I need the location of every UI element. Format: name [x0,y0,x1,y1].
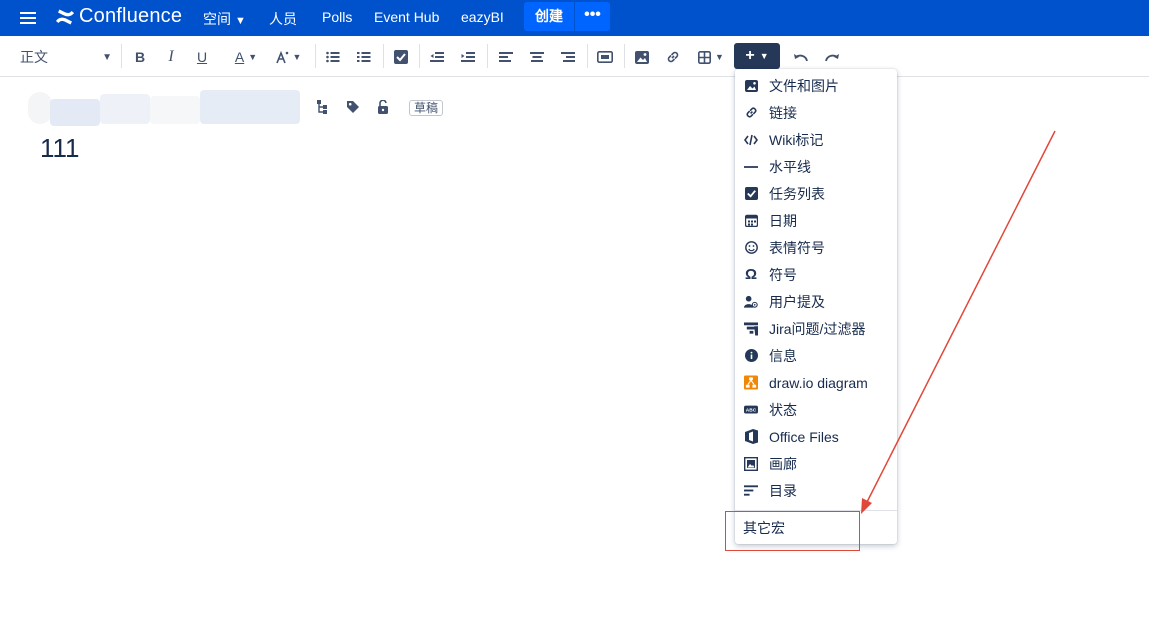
annotation-arrow [861,130,1056,514]
